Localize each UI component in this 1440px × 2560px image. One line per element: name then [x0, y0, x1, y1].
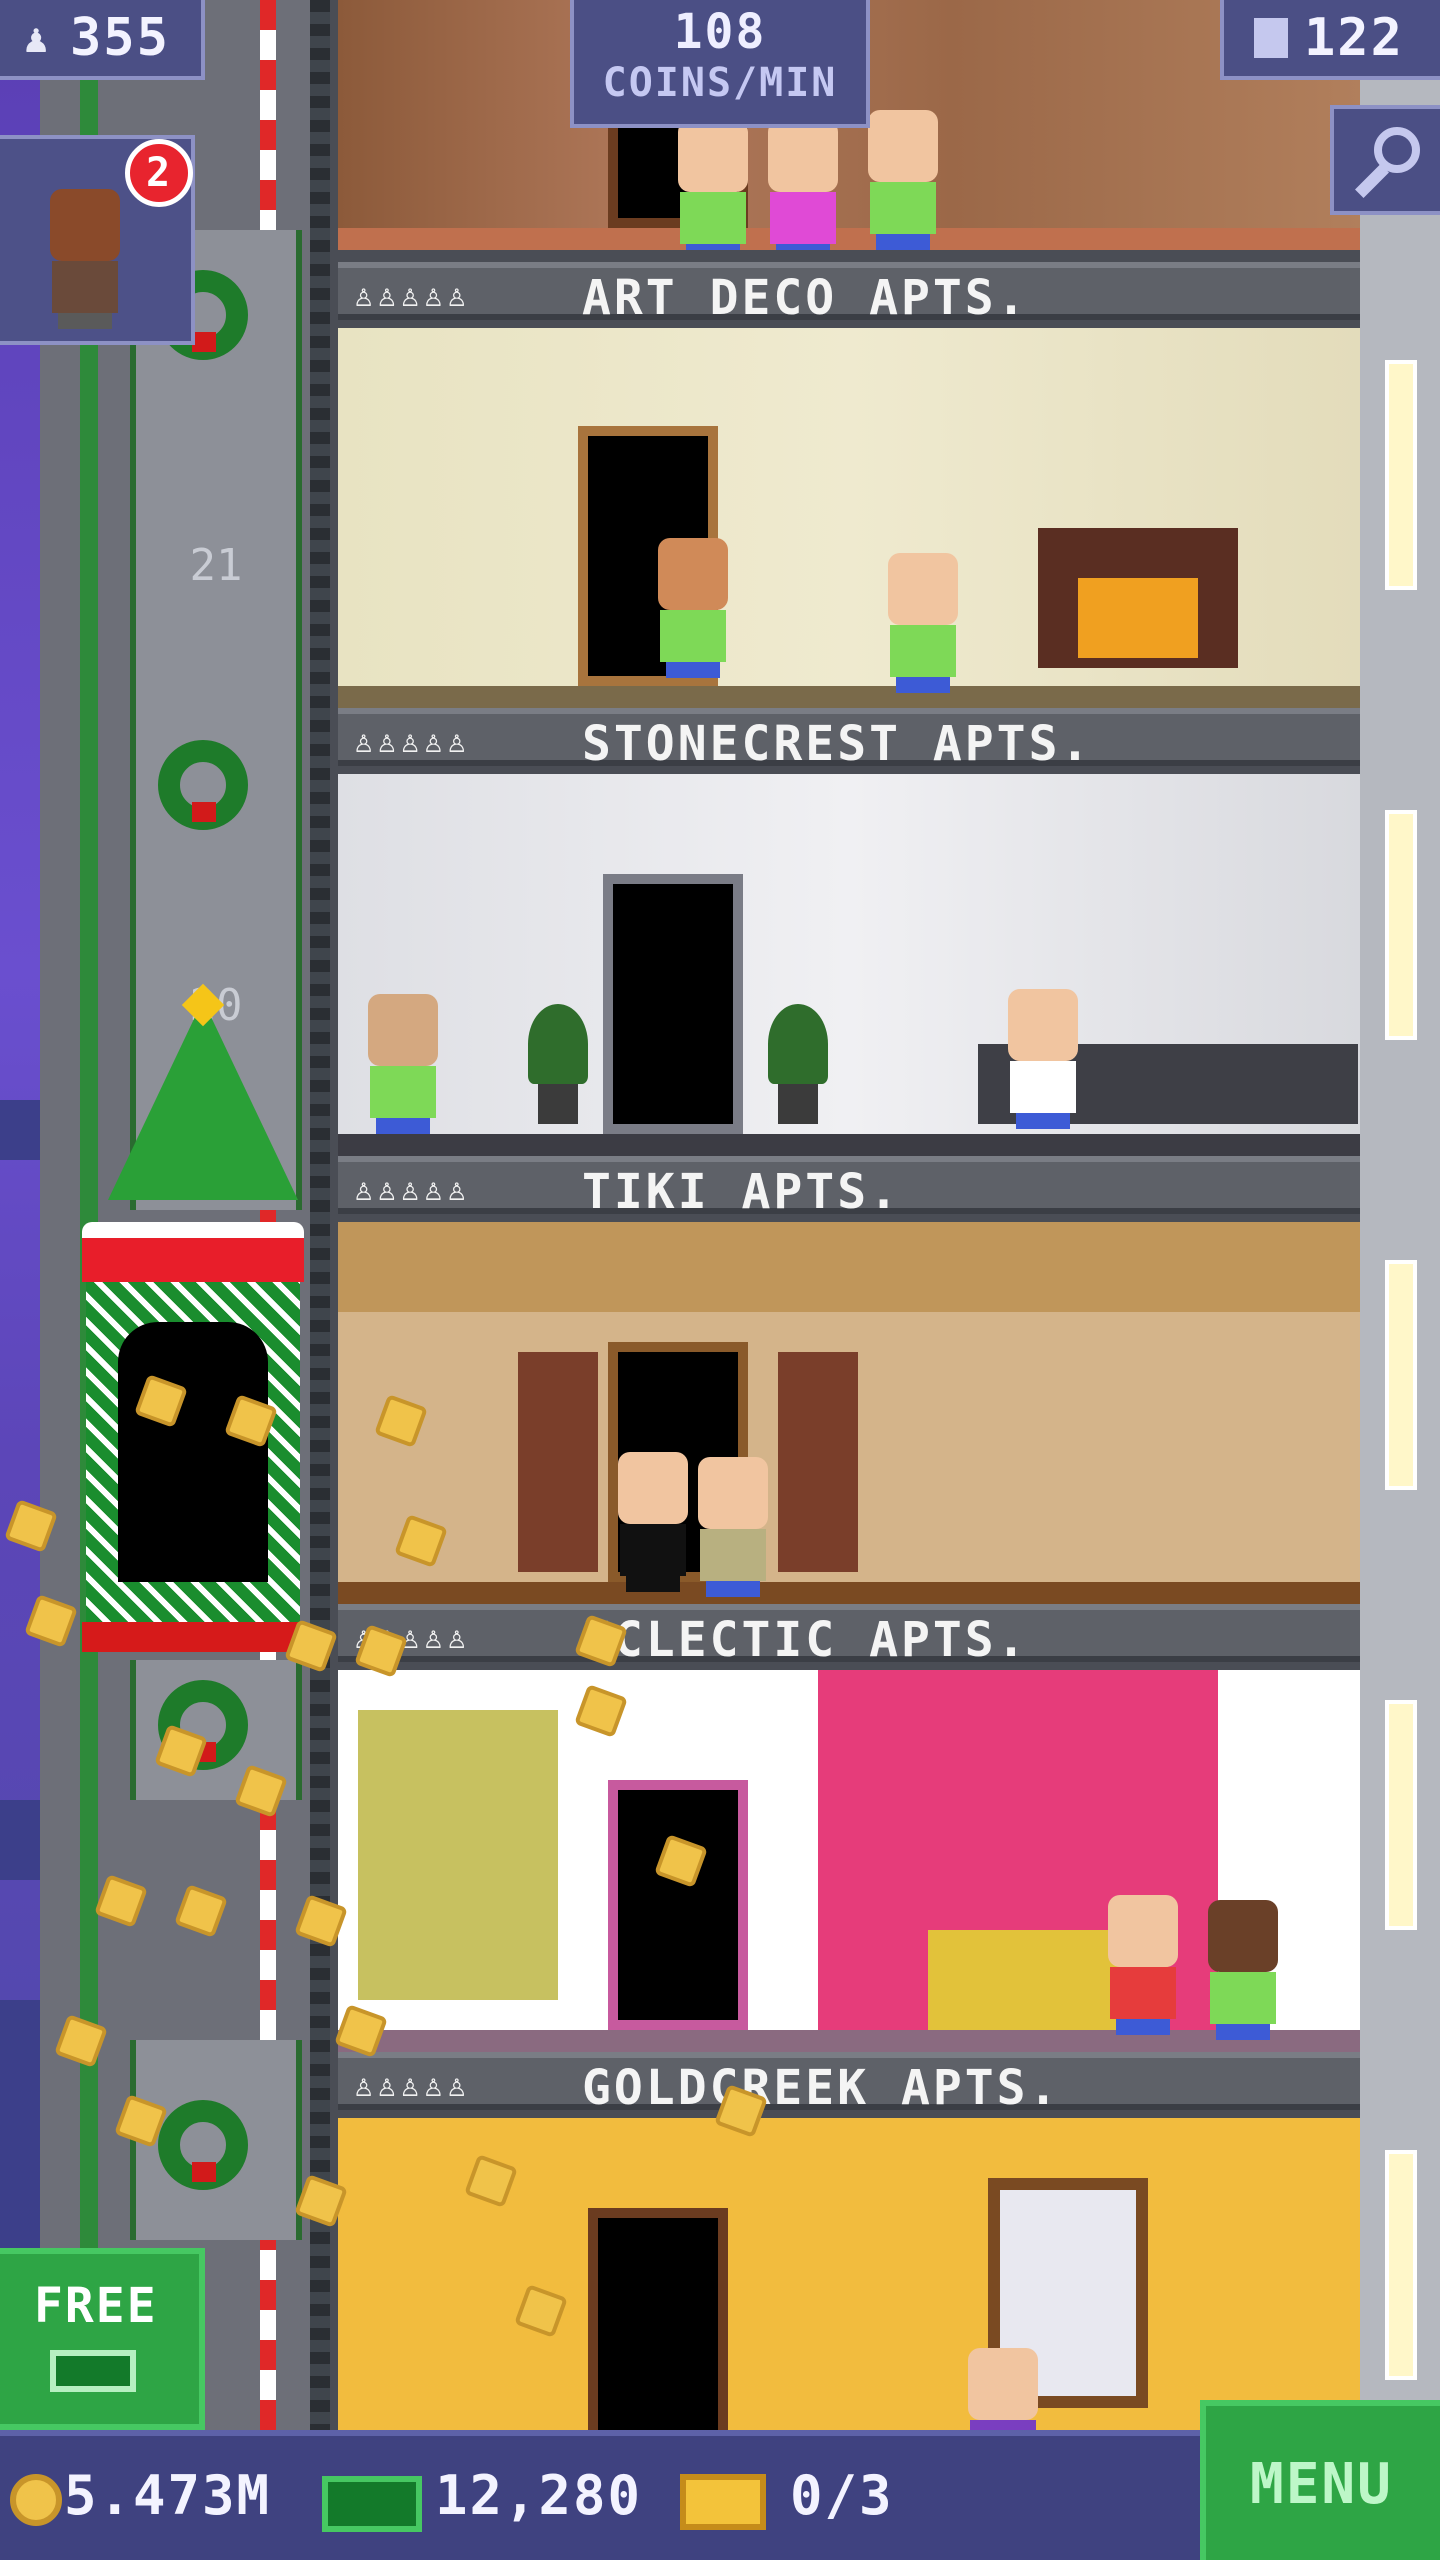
resident[interactable] [668, 120, 758, 250]
floor-label-bar[interactable]: ♙♙♙♙♙ GOLDCREEK APTS. [338, 2052, 1360, 2116]
free-bux-button[interactable]: FREE [0, 2248, 205, 2430]
visitor-count-badge: 2 [125, 139, 193, 207]
resident[interactable] [1098, 1895, 1188, 2035]
window [1385, 810, 1417, 1040]
floor-label-bar[interactable]: ♙♙♙♙♙ ECLECTIC APTS. [338, 1604, 1360, 1668]
bux-icon [322, 2476, 422, 2532]
floor-tiki[interactable] [338, 1222, 1360, 1604]
menu-button[interactable]: MENU [1200, 2400, 1440, 2560]
floor-label-bar[interactable]: ♙♙♙♙♙ TIKI APTS. [338, 1156, 1360, 1220]
window [1385, 360, 1417, 590]
plant-icon [768, 1004, 828, 1124]
ticket-icon [680, 2474, 766, 2530]
floor-eclectic[interactable] [338, 1670, 1360, 2052]
elevator-roof [82, 1222, 304, 1282]
abstract-painting [358, 1710, 558, 2000]
elevator-doorway [118, 1322, 268, 1582]
resident-slots: ♙♙♙♙♙ [354, 1170, 471, 1208]
coin-balance: 5.473M [64, 2464, 272, 2527]
floor-count-value: 122 [1304, 8, 1404, 68]
tiki-statue [778, 1352, 858, 1572]
window [1385, 1260, 1417, 1490]
building-icon [1254, 18, 1288, 58]
search-button[interactable] [1330, 105, 1440, 215]
resident[interactable] [998, 989, 1088, 1129]
elevator-base [82, 1622, 304, 1652]
menu-label: MENU [1250, 2452, 1393, 2517]
floor-stonecrest[interactable] [338, 328, 1360, 708]
coin-icon [10, 2474, 62, 2526]
bux-icon [50, 2350, 136, 2392]
floor-door [608, 1780, 748, 2030]
sky-background [0, 0, 40, 2430]
resident[interactable] [358, 994, 448, 1134]
floor-counter[interactable]: 122 [1220, 0, 1440, 80]
visitor-avatar [40, 189, 130, 329]
shaft-floor [130, 690, 302, 910]
shaft-floor: 21 [130, 450, 302, 690]
floor-kitchen[interactable] [338, 774, 1360, 1156]
coins-per-min-label: COINS/MIN [602, 60, 838, 106]
floor-label-bar[interactable]: ♙♙♙♙♙ ART DECO APTS. [338, 262, 1360, 326]
resident[interactable] [648, 538, 738, 678]
bux-balance: 12,280 [435, 2464, 643, 2527]
skyline [0, 1800, 40, 1880]
resident[interactable] [878, 553, 968, 693]
tiki-statue [518, 1352, 598, 1572]
window [1385, 1700, 1417, 1930]
floor-name: ART DECO APTS. [582, 270, 1029, 326]
floor-door [588, 2208, 728, 2430]
resident[interactable] [608, 1452, 698, 1592]
population-counter[interactable]: ♟ 355 [0, 0, 205, 80]
floor-label-bar[interactable]: ♙♙♙♙♙ STONECREST APTS. [338, 708, 1360, 772]
window [1385, 2150, 1417, 2380]
resident[interactable] [1198, 1900, 1288, 2040]
free-label: FREE [34, 2278, 158, 2334]
floor-name: ECLECTIC APTS. [582, 1612, 1029, 1668]
resident[interactable] [688, 1457, 778, 1597]
coins-per-min-panel[interactable]: 108 COINS/MIN [570, 0, 870, 128]
wreath-icon [158, 2100, 248, 2190]
fire [1078, 578, 1198, 658]
floor-number: 21 [189, 540, 243, 591]
resident[interactable] [958, 2348, 1048, 2430]
christmas-tree-icon [108, 1000, 298, 1200]
resident[interactable] [758, 120, 848, 250]
floor-name: TIKI APTS. [582, 1164, 901, 1220]
person-icon: ♟ [24, 16, 49, 62]
floor-name: STONECREST APTS. [582, 716, 1093, 772]
resident[interactable] [858, 110, 948, 250]
plant-icon [528, 1004, 588, 1124]
coins-per-min-value: 108 [673, 4, 767, 60]
vip-count: 0/3 [790, 2464, 894, 2527]
floor-name: GOLDCREEK APTS. [582, 2060, 1061, 2116]
resident-slots: ♙♙♙♙♙ [354, 2066, 471, 2104]
waiting-visitor-button[interactable]: 2 [0, 135, 195, 345]
floor-door [603, 874, 743, 1134]
elevator-car[interactable] [82, 1222, 304, 1652]
resident-slots: ♙♙♙♙♙ [354, 722, 471, 760]
wreath-icon [158, 740, 248, 830]
population-value: 355 [70, 8, 170, 68]
skyline [0, 1100, 40, 1160]
magnifier-handle [1355, 164, 1389, 198]
resident-slots: ♙♙♙♙♙ [354, 276, 471, 314]
